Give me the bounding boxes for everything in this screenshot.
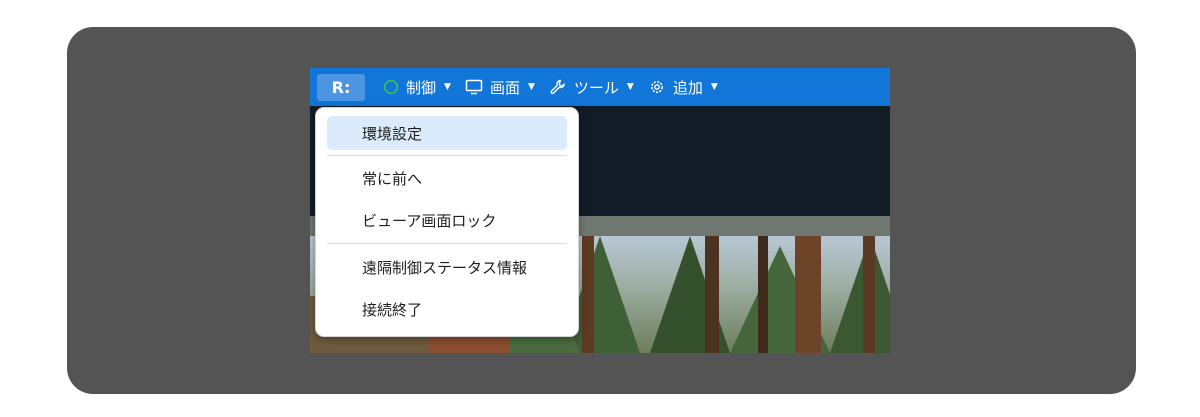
chevron-down-icon: ▼ bbox=[444, 82, 451, 92]
tools-menu[interactable]: ツール ▼ bbox=[549, 77, 634, 98]
circle-icon bbox=[383, 79, 399, 95]
menu-item-always-on-top[interactable]: 常に前へ bbox=[327, 161, 567, 195]
menu-divider bbox=[327, 243, 567, 244]
gear-icon bbox=[650, 81, 663, 93]
menu-item-viewer-screen-lock[interactable]: ビューア画面ロック bbox=[327, 203, 567, 237]
viewer-toolbar: R: 制御 ▼ 画面 ▼ ツール ▼ 追加 ▼ bbox=[310, 68, 890, 106]
chevron-down-icon: ▼ bbox=[626, 82, 634, 92]
screen-menu-label: 画面 bbox=[489, 78, 520, 97]
settings-dropdown-menu: 環境設定 常に前へ ビューア画面ロック 遠隔制御ステータス情報 接続終了 bbox=[315, 107, 579, 337]
monitor-icon bbox=[465, 79, 483, 95]
chevron-down-icon: ▼ bbox=[710, 82, 718, 92]
menu-item-remote-control-status[interactable]: 遠隔制御ステータス情報 bbox=[327, 250, 567, 284]
chevron-down-icon: ▼ bbox=[527, 82, 535, 92]
add-menu-label: 追加 bbox=[672, 78, 703, 97]
app-logo-button[interactable]: R: bbox=[317, 73, 365, 101]
control-menu[interactable]: 制御 ▼ bbox=[383, 77, 451, 98]
add-menu[interactable]: 追加 ▼ bbox=[648, 77, 718, 98]
menu-divider bbox=[327, 155, 567, 156]
tools-menu-label: ツール bbox=[573, 78, 619, 97]
control-menu-label: 制御 bbox=[406, 78, 437, 97]
screen-menu[interactable]: 画面 ▼ bbox=[465, 77, 535, 98]
menu-item-preferences[interactable]: 環境設定 bbox=[327, 116, 567, 150]
wrench-icon bbox=[550, 79, 565, 95]
menu-item-disconnect[interactable]: 接続終了 bbox=[327, 292, 567, 326]
